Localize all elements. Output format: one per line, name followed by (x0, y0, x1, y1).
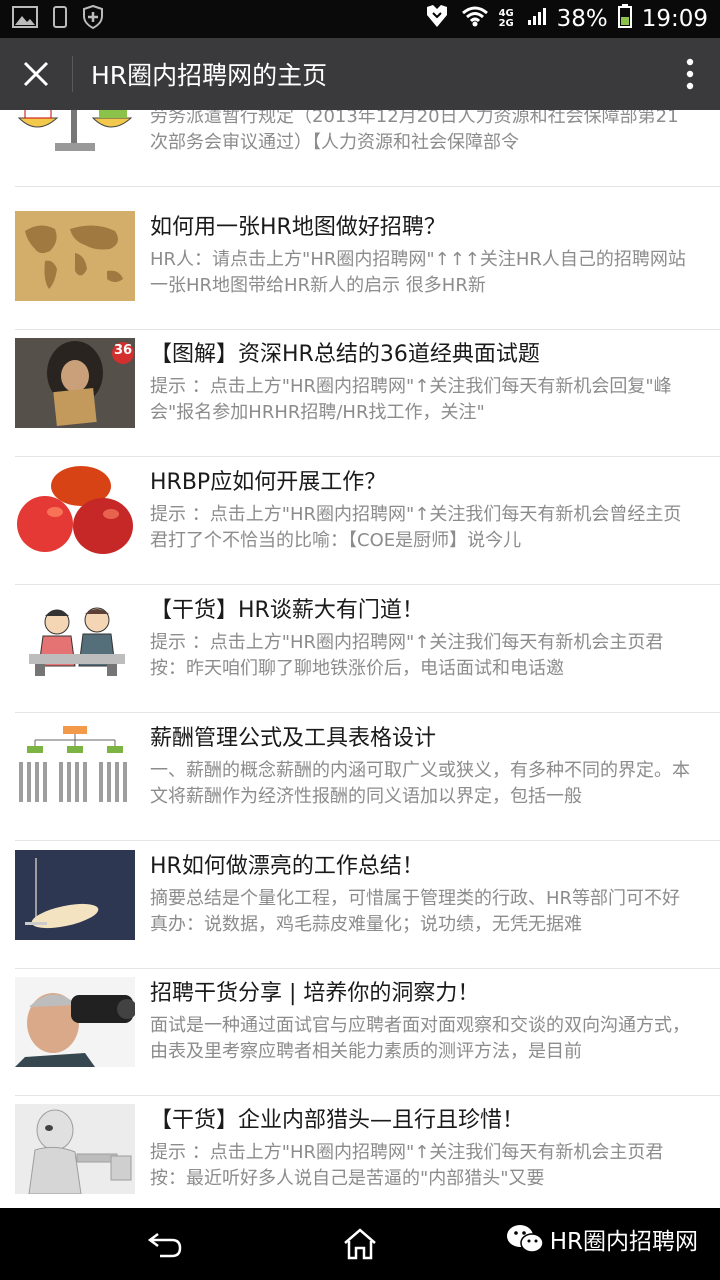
home-icon (344, 1228, 376, 1260)
thumb-badge: 36 (113, 343, 133, 358)
list-item[interactable]: 招聘干货分享 | 培养你的洞察力！ 面试是一种通过面试官与应聘者面对面观察和交谈… (0, 977, 720, 1105)
article-title: 招聘干货分享 | 培养你的洞察力！ (150, 981, 480, 1006)
article-summary: 面试是一种通过面试官与应聘者面对面观察和交谈的双向沟通方式，由表及里考察应聘者相… (150, 1015, 690, 1062)
article-title: 【干货】HR谈薪大有门道！ (150, 598, 424, 623)
article-title: HR如何做漂亮的工作总结！ (150, 854, 424, 879)
more-vert-icon (686, 58, 694, 90)
negotiation-cartoon-icon (15, 594, 135, 684)
spotlight-slide-icon (15, 850, 135, 940)
article-summary: 提示 ：点击上方"HR圈内招聘网"↑关注我们每天有新机会主页君按：昨天咱们聊了聊… (150, 632, 664, 679)
divider (15, 186, 720, 187)
article-list[interactable]: 劳务派遣暂行规定（2013年12月20日人力资源和社会保障部第21次部务会审议通… (0, 110, 720, 1208)
divider (15, 1095, 720, 1096)
back-button[interactable] (130, 1222, 200, 1266)
article-summary: 劳务派遣暂行规定（2013年12月20日人力资源和社会保障部第21次部务会审议通… (150, 110, 679, 153)
org-chart-icon (15, 722, 135, 812)
list-item[interactable]: HRBP应如何开展工作？ 提示 ：点击上方"HR圈内招聘网"↑关注我们每天有新机… (0, 466, 720, 594)
divider (15, 968, 720, 969)
home-button[interactable] (325, 1220, 395, 1268)
article-title: 薪酬管理公式及工具表格设计 (150, 726, 437, 751)
article-title: 如何用一张HR地图做好招聘？ (150, 215, 446, 240)
article-summary: 提示 ：点击上方"HR圈内招聘网"↑关注我们每天有新机会主页君按：最近听好多人说… (150, 1142, 664, 1189)
divider (15, 712, 720, 713)
divider (15, 840, 720, 841)
article-title: HRBP应如何开展工作？ (150, 470, 387, 495)
signal-icon (527, 6, 547, 32)
binoculars-icon (15, 977, 135, 1067)
wechat-logo-icon (506, 1225, 544, 1253)
divider (15, 584, 720, 585)
scale-cartoon-icon (15, 110, 135, 158)
article-summary: 提示 ：点击上方"HR圈内招聘网"↑关注我们每天有新机会曾经主页君打了个不恰当的… (150, 504, 682, 551)
gallery-notification-icon (12, 5, 38, 33)
mango-icon (15, 466, 135, 556)
world-map-icon (15, 211, 135, 301)
close-button[interactable] (0, 38, 72, 110)
article-summary: 提示 ：点击上方"HR圈内招聘网"↑关注我们每天有新机会回复"峰会"报名参加HR… (150, 376, 672, 423)
sim-icon (423, 3, 451, 35)
close-icon (23, 61, 49, 87)
list-item[interactable]: 36 【图解】资深HR总结的36道经典面试题 提示 ：点击上方"HR圈内招聘网"… (0, 338, 720, 466)
list-item[interactable]: HR如何做漂亮的工作总结！ 摘要总结是个量化工程，可惜属于管理类的行政、HR等部… (0, 850, 720, 978)
status-bar: 4G 2G 38% 19:09 (0, 0, 720, 38)
article-title: 【干货】企业内部猎头—且行且珍惜！ (150, 1108, 525, 1133)
list-item[interactable]: 【干货】HR谈薪大有门道！ 提示 ：点击上方"HR圈内招聘网"↑关注我们每天有新… (0, 594, 720, 722)
shield-icon (82, 4, 104, 33)
list-item[interactable]: 如何用一张HR地图做好招聘？ HR人：请点击上方"HR圈内招聘网"↑↑↑关注HR… (0, 211, 720, 339)
article-title: 【图解】资深HR总结的36道经典面试题 (150, 342, 540, 367)
list-item[interactable]: 薪酬管理公式及工具表格设计 一、薪酬的概念薪酬的内涵可取广义或狭义，有多种不同的… (0, 722, 720, 850)
battery-percent: 38% (556, 6, 608, 32)
article-summary: HR人：请点击上方"HR圈内招聘网"↑↑↑关注HR人自己的招聘网站一张HR地图带… (150, 249, 686, 296)
battery-icon (617, 4, 632, 34)
more-options-button[interactable] (660, 38, 720, 110)
page-title: HR圈内招聘网的主页 (91, 61, 328, 90)
sign-holder-icon: 36 (15, 338, 135, 428)
list-item[interactable]: 【干货】企业内部猎头—且行且珍惜！ 提示 ：点击上方"HR圈内招聘网"↑关注我们… (0, 1104, 720, 1208)
phone-notification-icon (52, 5, 68, 33)
robot-icon (15, 1104, 135, 1194)
divider (15, 456, 720, 457)
back-icon (147, 1233, 182, 1258)
article-summary: 一、薪酬的概念薪酬的内涵可取广义或狭义，有多种不同的界定。本文将薪酬作为经济性报… (150, 760, 690, 807)
network-type: 4G 2G (498, 8, 514, 29)
wifi-icon (461, 5, 489, 33)
wechat-watermark: HR圈内招聘网 (506, 1222, 698, 1256)
watermark-text: HR圈内招聘网 (549, 1229, 698, 1255)
clock: 19:09 (641, 6, 708, 32)
article-summary: 摘要总结是个量化工程，可惜属于管理类的行政、HR等部门可不好真办：说数据，鸡毛蒜… (150, 888, 681, 935)
app-bar: HR圈内招聘网的主页 (0, 38, 720, 110)
list-item[interactable]: 劳务派遣暂行规定（2013年12月20日人力资源和社会保障部第21次部务会审议通… (0, 110, 720, 196)
divider (15, 329, 720, 330)
